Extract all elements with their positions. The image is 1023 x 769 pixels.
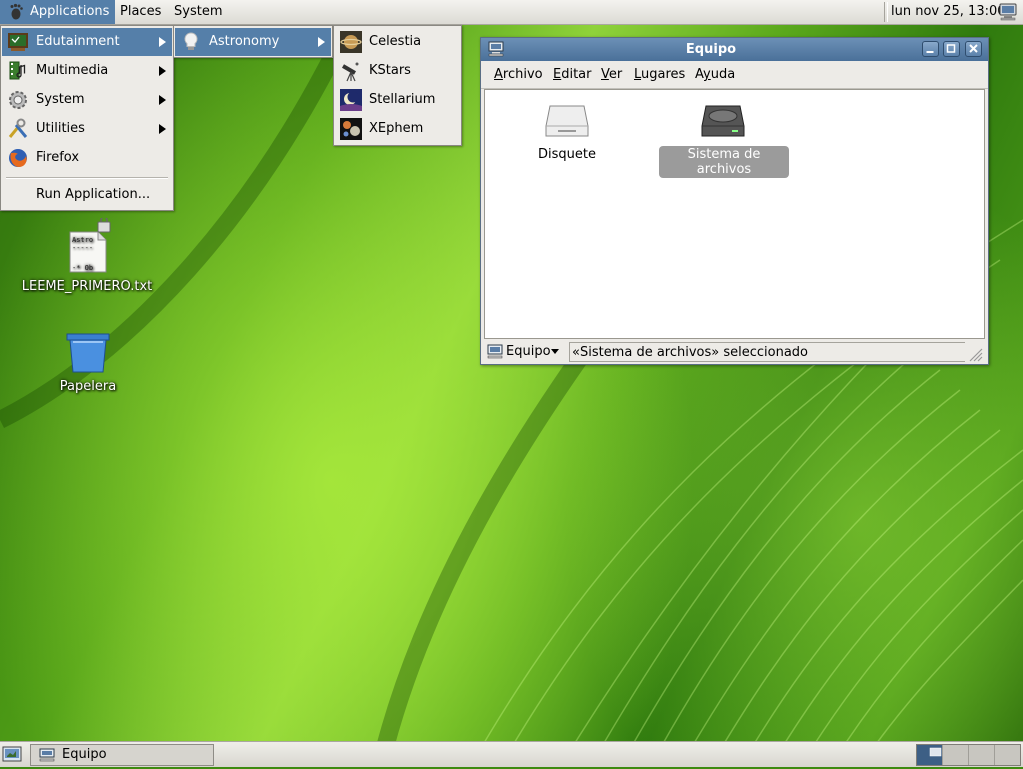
file-item-label: Sistema de archivos: [659, 146, 789, 178]
menu-item-label: System: [36, 92, 85, 107]
menu-item-label: Edutainment: [36, 34, 120, 49]
menu-lugares[interactable]: Lugares: [634, 62, 685, 88]
location-label: Equipo: [506, 344, 551, 359]
file-text-line: -* Ob: [72, 264, 93, 272]
utilities-icon: [8, 118, 28, 138]
workspace-4[interactable]: [995, 745, 1021, 765]
menu-item-system[interactable]: System: [2, 86, 172, 114]
close-icon: [969, 44, 978, 53]
top-panel: Applications Places System lun nov 25, 1…: [0, 0, 1023, 25]
desktop-icon-label: Papelera: [59, 379, 117, 394]
stellarium-icon: [340, 89, 362, 111]
applications-menu-button[interactable]: Applications: [0, 0, 116, 24]
workspace-1[interactable]: [917, 745, 943, 765]
file-manager-window: Equipo Archivo Editar Ver Lugares Ayuda …: [480, 37, 989, 365]
minimize-button[interactable]: [922, 41, 939, 57]
menu-item-label: Astronomy: [209, 34, 280, 49]
bottom-panel: Equipo: [0, 741, 1023, 767]
menu-item-multimedia[interactable]: Multimedia: [2, 57, 172, 85]
submenu-arrow-icon: [159, 95, 166, 105]
menu-ayuda[interactable]: Ayuda: [695, 62, 735, 88]
menu-item-label: XEphem: [369, 121, 424, 136]
submenu-arrow-icon: [159, 37, 166, 47]
telescope-icon: [341, 62, 359, 82]
workspace-3[interactable]: [969, 745, 995, 765]
computer-icon[interactable]: [998, 3, 1018, 21]
menu-item-firefox[interactable]: Firefox: [2, 144, 172, 172]
applications-label: Applications: [30, 4, 110, 19]
system-menu-button[interactable]: System: [168, 0, 228, 24]
menu-item-stellarium[interactable]: Stellarium: [335, 86, 460, 114]
menu-item-celestia[interactable]: Celestia: [335, 28, 460, 56]
file-item-label: Disquete: [538, 147, 596, 162]
file-view[interactable]: Disquete Sistema de archivos: [484, 89, 985, 339]
desktop-icon-trash[interactable]: Papelera: [48, 330, 128, 400]
text-file-icon: Astro ----- -* Ob: [69, 218, 111, 273]
applications-menu: Edutainment Multimedia System Utilities: [0, 25, 174, 211]
menu-archivo[interactable]: Archivo: [494, 62, 543, 88]
window-title: Equipo: [685, 42, 737, 57]
desktop-icon-readme[interactable]: Astro ----- -* Ob LEEME_PRIMERO.txt: [14, 218, 160, 298]
menu-editar[interactable]: Editar: [553, 62, 592, 88]
submenu-arrow-icon: [159, 124, 166, 134]
file-item-filesystem[interactable]: Sistema de archivos: [657, 102, 789, 178]
menu-item-run-application[interactable]: Run Application...: [2, 181, 172, 209]
edutainment-icon: [8, 33, 28, 51]
menu-item-utilities[interactable]: Utilities: [2, 115, 172, 143]
location-dropdown[interactable]: Equipo: [485, 342, 565, 362]
lightbulb-icon: [184, 32, 198, 50]
workspace-2[interactable]: [943, 745, 969, 765]
maximize-icon: [946, 44, 956, 53]
menu-item-label: Run Application...: [36, 187, 151, 202]
close-button[interactable]: [965, 41, 982, 57]
panel-separator: [884, 2, 888, 22]
clock[interactable]: lun nov 25, 13:00: [891, 0, 1006, 24]
menu-separator: [6, 177, 168, 179]
system-gear-icon: [9, 91, 27, 109]
file-text-line: Astro: [72, 236, 93, 244]
computer-icon: [39, 748, 55, 762]
workspace-switcher: [916, 744, 1021, 766]
celestia-icon: [340, 31, 362, 53]
taskbar-button-equipo[interactable]: Equipo: [30, 744, 214, 766]
menu-ver[interactable]: Ver: [601, 62, 622, 88]
computer-icon: [487, 344, 503, 359]
show-desktop-icon[interactable]: [2, 745, 22, 764]
window-menubar: Archivo Editar Ver Lugares Ayuda: [481, 62, 988, 89]
file-item-floppy[interactable]: Disquete: [525, 102, 609, 164]
submenu-arrow-icon: [159, 66, 166, 76]
hard-disk-icon: [701, 105, 745, 137]
places-menu-button[interactable]: Places: [114, 0, 167, 24]
astronomy-submenu: Celestia KStars Stellarium XEphem: [333, 25, 462, 146]
menu-item-label: Stellarium: [369, 92, 436, 107]
chevron-down-icon: [551, 349, 559, 354]
window-thumbnail: [929, 747, 942, 757]
xephem-icon: [340, 118, 362, 140]
edutainment-submenu: Astronomy: [173, 25, 333, 58]
menu-item-label: Firefox: [36, 150, 80, 165]
maximize-button[interactable]: [943, 41, 960, 57]
status-text: «Sistema de archivos» seleccionado: [569, 342, 965, 362]
taskbar-button-label: Equipo: [62, 747, 107, 762]
file-text-line: -----: [72, 244, 93, 252]
multimedia-icon: [9, 61, 26, 80]
trash-icon: [66, 333, 110, 373]
menu-item-label: Utilities: [36, 121, 85, 136]
window-statusbar: Equipo «Sistema de archivos» seleccionad…: [481, 340, 988, 364]
menu-item-kstars[interactable]: KStars: [335, 57, 460, 85]
floppy-drive-icon: [545, 105, 589, 137]
minimize-icon: [926, 51, 934, 53]
firefox-icon: [9, 149, 27, 167]
menu-item-edutainment[interactable]: Edutainment: [2, 28, 172, 56]
menu-item-xephem[interactable]: XEphem: [335, 115, 460, 143]
menu-item-astronomy[interactable]: Astronomy: [175, 28, 331, 56]
menu-item-label: Celestia: [369, 34, 422, 49]
submenu-arrow-icon: [318, 37, 325, 47]
menu-item-label: KStars: [369, 63, 411, 78]
desktop-icon-label: LEEME_PRIMERO.txt: [21, 279, 153, 294]
resize-grip-icon[interactable]: [967, 346, 983, 362]
gnome-foot-icon: [10, 3, 23, 20]
window-titlebar[interactable]: Equipo: [481, 38, 988, 61]
menu-item-label: Multimedia: [36, 63, 109, 78]
